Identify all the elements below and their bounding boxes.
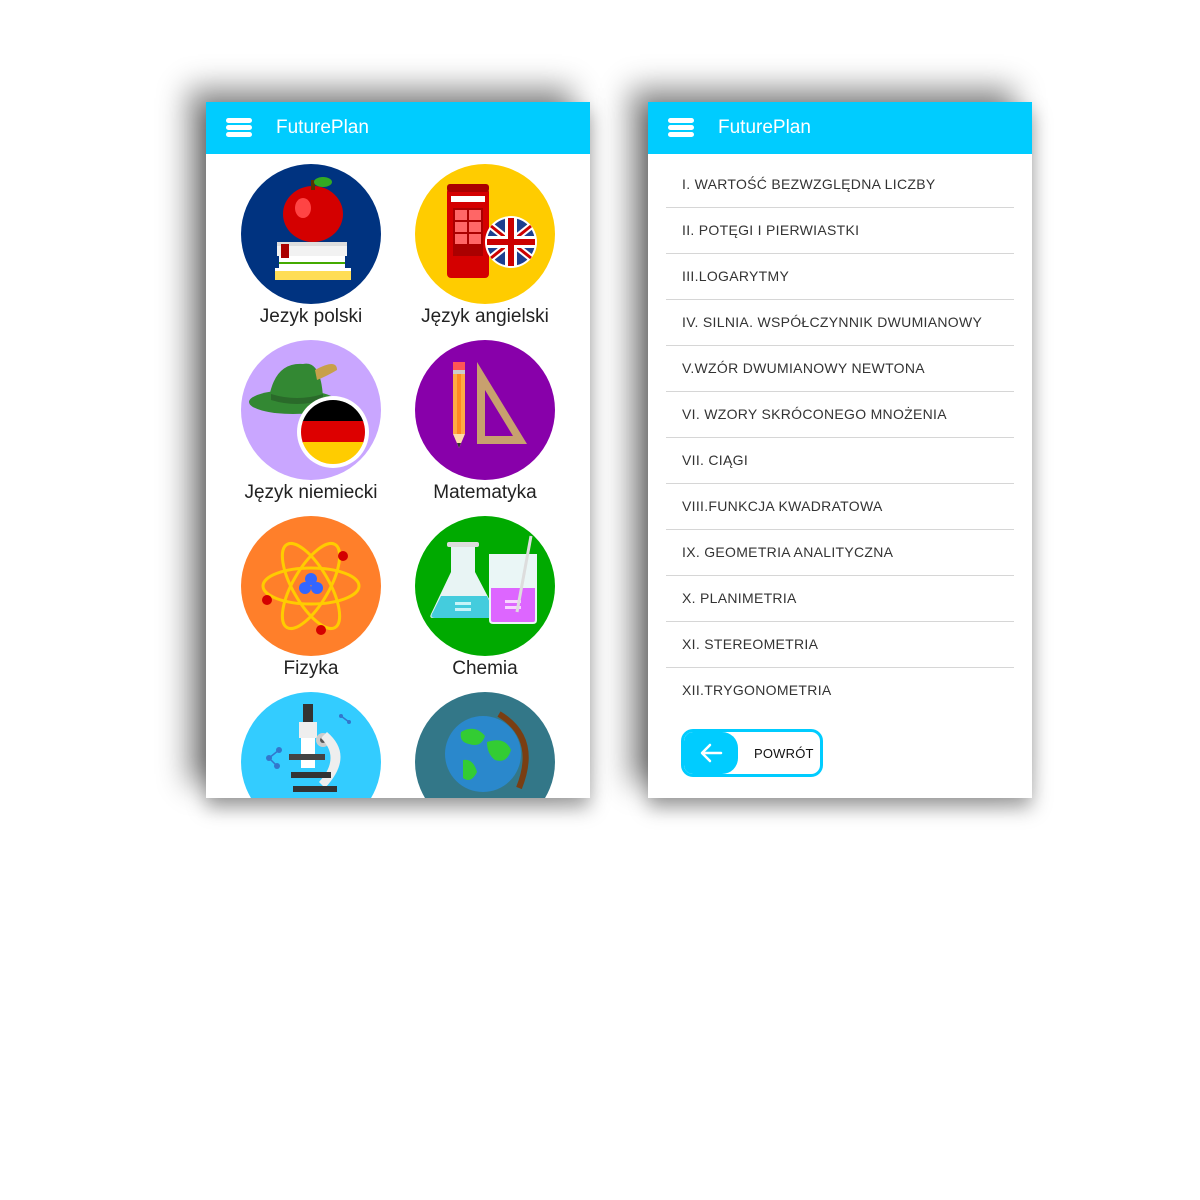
apple-books-icon [241, 164, 381, 304]
app-title: FuturePlan [276, 117, 369, 138]
topic-label: III.LOGARYTMY [682, 268, 790, 284]
topic-label: XII.TRYGONOMETRIA [682, 682, 832, 698]
globe-icon [415, 692, 555, 798]
topic-item[interactable]: II. POTĘGI I PIERWIASTKI [666, 208, 1014, 254]
subject-tile-geografia[interactable] [400, 692, 570, 798]
back-arrow-box [684, 732, 738, 774]
subjects-screen: FuturePlan Jezyk polski Język angielski … [206, 102, 590, 798]
subject-tile-polski[interactable]: Jezyk polski [226, 164, 396, 334]
topic-list: I. WARTOŚĆ BEZWZGLĘDNA LICZBY II. POTĘGI… [666, 162, 1014, 713]
topic-item[interactable]: VIII.FUNKCJA KWADRATOWA [666, 484, 1014, 530]
topic-item[interactable]: X. PLANIMETRIA [666, 576, 1014, 622]
subject-tile-angielski[interactable]: Język angielski [400, 164, 570, 334]
subject-tile-biologia[interactable] [226, 692, 396, 798]
topic-label: IX. GEOMETRIA ANALITYCZNA [682, 544, 894, 560]
topics-screen: FuturePlan I. WARTOŚĆ BEZWZGLĘDNA LICZBY… [648, 102, 1032, 798]
topic-item[interactable]: III.LOGARYTMY [666, 254, 1014, 300]
atom-icon [241, 516, 381, 656]
flask-beaker-icon [415, 516, 555, 656]
back-button-label: POWRÓT [754, 746, 814, 761]
back-button[interactable]: POWRÓT [681, 729, 823, 777]
subject-label: Chemia [452, 658, 518, 679]
subject-label: Matematyka [433, 482, 537, 503]
topic-label: VI. WZORY SKRÓCONEGO MNOŻENIA [682, 406, 947, 422]
topic-item[interactable]: IV. SILNIA. WSPÓŁCZYNNIK DWUMIANOWY [666, 300, 1014, 346]
subject-label: Język niemiecki [244, 482, 378, 503]
app-bar: FuturePlan [648, 102, 1032, 154]
phone-booth-uk-flag-icon [415, 164, 555, 304]
topic-item[interactable]: V.WZÓR DWUMIANOWY NEWTONA [666, 346, 1014, 392]
menu-icon[interactable] [668, 118, 694, 138]
subject-label: Język angielski [421, 306, 549, 327]
topic-label: V.WZÓR DWUMIANOWY NEWTONA [682, 360, 925, 376]
back-arrow-icon [700, 743, 723, 763]
topic-label: XI. STEREOMETRIA [682, 636, 819, 652]
app-bar: FuturePlan [206, 102, 590, 154]
topic-label: X. PLANIMETRIA [682, 590, 797, 606]
app-title: FuturePlan [718, 117, 811, 138]
subject-tile-matematyka[interactable]: Matematyka [400, 340, 570, 510]
menu-icon[interactable] [226, 118, 252, 138]
hat-german-flag-icon [241, 340, 381, 480]
topic-item[interactable]: IX. GEOMETRIA ANALITYCZNA [666, 530, 1014, 576]
topic-label: I. WARTOŚĆ BEZWZGLĘDNA LICZBY [682, 176, 936, 192]
subject-label: Fizyka [283, 658, 339, 679]
topic-item[interactable]: VII. CIĄGI [666, 438, 1014, 484]
microscope-icon [241, 692, 381, 798]
subject-tile-chemia[interactable]: Chemia [400, 516, 570, 686]
topic-label: IV. SILNIA. WSPÓŁCZYNNIK DWUMIANOWY [682, 314, 983, 330]
topic-item[interactable]: I. WARTOŚĆ BEZWZGLĘDNA LICZBY [666, 162, 1014, 208]
subject-tile-niemiecki[interactable]: Język niemiecki [226, 340, 396, 510]
topic-item[interactable]: XI. STEREOMETRIA [666, 622, 1014, 668]
topic-label: VII. CIĄGI [682, 452, 749, 468]
subject-tile-fizyka[interactable]: Fizyka [226, 516, 396, 686]
topic-label: VIII.FUNKCJA KWADRATOWA [682, 498, 883, 514]
pencil-triangle-icon [415, 340, 555, 480]
subjects-grid: Jezyk polski Język angielski Język niemi… [206, 154, 590, 798]
topic-item[interactable]: VI. WZORY SKRÓCONEGO MNOŻENIA [666, 392, 1014, 438]
topic-label: II. POTĘGI I PIERWIASTKI [682, 222, 860, 238]
subject-label: Jezyk polski [259, 306, 363, 327]
topic-item[interactable]: XII.TRYGONOMETRIA [666, 668, 1014, 713]
